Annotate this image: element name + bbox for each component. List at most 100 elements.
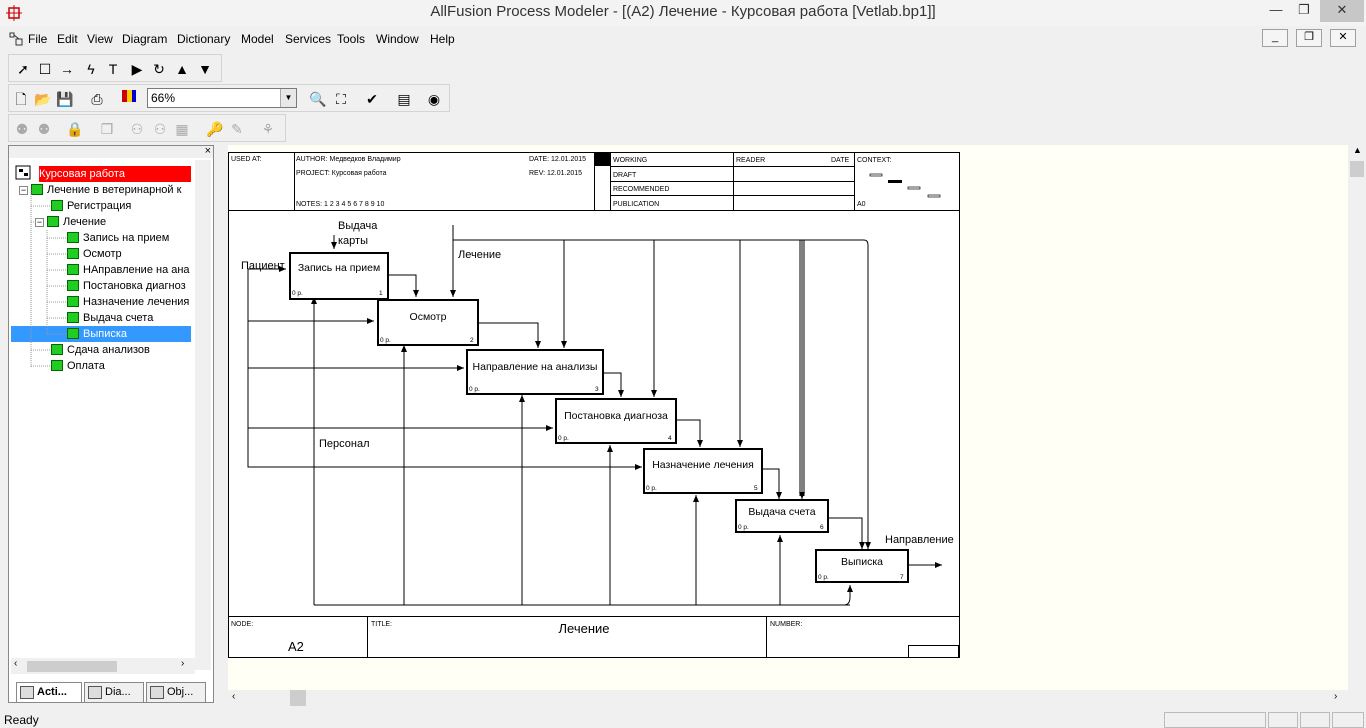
diagram-canvas[interactable]: USED AT: AUTHOR: Медведков Владимир PROJ… (228, 145, 1348, 690)
activity-box-6[interactable]: Выдача счета 0 р. 6 (735, 499, 829, 533)
menu-model[interactable]: Model (241, 32, 274, 46)
scroll-thumb[interactable] (290, 690, 306, 706)
spell-check-icon[interactable]: ✔ (361, 88, 383, 110)
arrow-label-patient[interactable]: Пациент (241, 260, 285, 272)
go-to-child-icon[interactable]: ▶ (126, 58, 148, 80)
tree-item-vydacha[interactable]: Выдача счета (67, 310, 153, 326)
activity-box-4[interactable]: Постановка диагноза 0 р. 4 (555, 398, 677, 444)
pointer-tool-icon[interactable]: ➚ (12, 58, 34, 80)
activity-tree: Курсовая работа − Лечение в ветеринарной … (11, 164, 193, 664)
box-tool-icon[interactable]: ☐ (34, 58, 56, 80)
activity-box-label: Выдача счета (748, 506, 815, 518)
zoom-in-icon[interactable]: 🔍 (307, 88, 329, 110)
tree-item-label: Сдача анализов (67, 344, 150, 356)
dropdown-arrow-icon[interactable]: ▼ (280, 89, 296, 107)
mart-save-icon[interactable]: ⚇ (126, 118, 148, 140)
new-file-icon[interactable]: 🗋 (10, 88, 32, 110)
tree-item-zapis[interactable]: Запись на прием (67, 230, 169, 246)
squiggle-tool-icon[interactable]: ϟ (80, 58, 102, 80)
go-to-parent-icon[interactable]: ▲ (171, 58, 193, 80)
activity-box-7[interactable]: Выписка 0 р. 7 (815, 549, 909, 583)
activity-box-5[interactable]: Назначение лечения 0 р. 5 (643, 448, 763, 494)
tab-label: Dia... (105, 686, 131, 698)
diagrams-icon (88, 686, 102, 699)
scroll-left-icon[interactable]: ‹ (14, 658, 17, 669)
tab-objects[interactable]: Obj... (146, 682, 206, 703)
explorer-vertical-scrollbar[interactable] (195, 160, 211, 670)
activity-number: 2 (470, 337, 474, 344)
scroll-thumb[interactable] (1350, 161, 1364, 177)
mdi-close-button[interactable]: ✕ (1330, 29, 1356, 47)
mart-connect-icon[interactable]: ⚉ (11, 118, 33, 140)
mart-users-icon[interactable]: ⚘ (257, 118, 279, 140)
tab-activities[interactable]: Acti... (16, 682, 82, 703)
menu-tools[interactable]: Tools (337, 32, 365, 46)
scroll-thumb[interactable] (27, 661, 117, 672)
activity-number: 5 (754, 485, 758, 492)
activity-cost: 0 р. (380, 337, 391, 344)
menu-view[interactable]: View (87, 32, 113, 46)
activity-box-2[interactable]: Осмотр 0 р. 2 (377, 299, 479, 346)
zoom-select[interactable]: 66% ▼ (147, 88, 297, 108)
activity-box-1[interactable]: Запись на прием 0 р. 1 (289, 252, 389, 300)
tree-item-naznachenie[interactable]: Назначение лечения (67, 294, 189, 310)
mart-grid-icon[interactable]: ▦ (171, 118, 193, 140)
activity-box-3[interactable]: Направление на анализы 0 р. 3 (466, 349, 604, 395)
tree-item-postanovka[interactable]: Постановка диагноз (67, 278, 186, 294)
arrow-tool-icon[interactable]: → (56, 58, 78, 80)
navigator-icon[interactable]: ◉ (423, 88, 445, 110)
menu-window[interactable]: Window (376, 32, 419, 46)
tree-item-osmotr[interactable]: Осмотр (67, 246, 122, 262)
canvas-vertical-scrollbar[interactable]: ▲ (1348, 145, 1366, 690)
arrow-label-vydacha[interactable]: Выдача (338, 220, 378, 232)
status-cell (1332, 712, 1364, 728)
menu-services[interactable]: Services (285, 32, 331, 46)
tree-item-napravlenie[interactable]: НАправление на ана (67, 262, 190, 278)
draft-label: DRAFT (613, 172, 637, 179)
document-icon[interactable] (8, 31, 24, 47)
mart-key-icon[interactable]: 🔑 (204, 118, 226, 140)
print-icon[interactable]: ⎙ (86, 88, 108, 110)
model-explorer-icon[interactable]: ▤ (393, 88, 415, 110)
menu-dictionary[interactable]: Dictionary (177, 32, 230, 46)
zoom-fit-icon[interactable]: ⛶ (330, 88, 352, 110)
mdi-restore-button[interactable]: ❐ (1296, 29, 1322, 47)
arrow-label-napravlenie[interactable]: Направление (885, 534, 954, 546)
save-icon[interactable]: 💾 (54, 88, 76, 110)
menu-file[interactable]: File (28, 32, 47, 46)
working-marker (595, 153, 610, 166)
activity-box-label: Направление на анализы (473, 361, 598, 373)
date-label: DATE: 12.01.2015 (529, 156, 586, 163)
go-down-icon[interactable]: ▼ (194, 58, 216, 80)
scroll-left-icon[interactable]: ‹ (232, 691, 235, 702)
mdi-minimize-button[interactable]: _ (1262, 29, 1288, 47)
arrow-label-lechenie[interactable]: Лечение (458, 249, 501, 261)
menu-help[interactable]: Help (430, 32, 455, 46)
explorer-header: × (9, 145, 213, 158)
status-cell (1268, 712, 1298, 728)
color-palette-icon[interactable] (118, 88, 140, 110)
explorer-horizontal-scrollbar[interactable]: ‹ › (11, 658, 195, 674)
mart-disconnect-icon[interactable]: ⚉ (33, 118, 55, 140)
mart-merge-icon[interactable]: ⚇ (149, 118, 171, 140)
open-folder-icon[interactable]: 📂 (32, 88, 54, 110)
go-to-sibling-icon[interactable]: ↻ (148, 58, 170, 80)
scroll-right-icon[interactable]: › (1334, 691, 1337, 702)
scroll-right-icon[interactable]: › (181, 658, 184, 669)
close-icon[interactable]: × (205, 145, 211, 157)
date2-label: DATE (831, 157, 849, 164)
mart-options-icon[interactable]: ✎ (226, 118, 248, 140)
arrow-label-personal[interactable]: Персонал (319, 438, 370, 450)
tree-item-label: Оплата (67, 360, 105, 372)
arrow-label-karty[interactable]: карты (338, 235, 368, 247)
text-tool-icon[interactable]: T (102, 58, 124, 80)
mart-open-icon[interactable]: ❐ (96, 118, 118, 140)
menu-diagram[interactable]: Diagram (122, 32, 167, 46)
tab-diagrams[interactable]: Dia... (84, 682, 144, 703)
scroll-up-icon[interactable]: ▲ (1353, 145, 1362, 155)
canvas-horizontal-scrollbar[interactable]: ‹ › (228, 690, 1348, 706)
menu-edit[interactable]: Edit (57, 32, 78, 46)
close-button[interactable]: ✕ (1320, 0, 1364, 22)
lock-icon[interactable]: 🔒 (64, 118, 86, 140)
publication-label: PUBLICATION (613, 201, 659, 208)
